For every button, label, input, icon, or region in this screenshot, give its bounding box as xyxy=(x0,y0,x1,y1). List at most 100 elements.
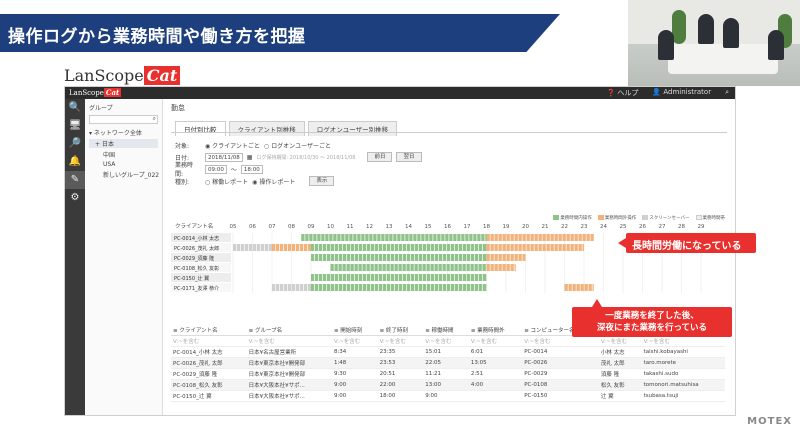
timeline-segment-inside xyxy=(426,264,430,271)
timeline-segment-inside xyxy=(319,254,323,261)
help-link[interactable]: ❓ ヘルプ xyxy=(606,88,638,98)
hour-tick-label: 26 xyxy=(639,224,646,230)
tree-node-usa[interactable]: USA xyxy=(89,161,158,168)
table-cell: 13:00 xyxy=(423,379,469,391)
tree-node-new-group[interactable]: 新しいグループ_022 xyxy=(89,170,159,179)
filter-input[interactable]: V:~を含む xyxy=(331,335,378,347)
timeline-segment-outside xyxy=(578,244,582,251)
hours-from-select[interactable]: 09:00 xyxy=(205,164,227,174)
timeline-segment-outside xyxy=(580,284,584,291)
timeline-segment-outside xyxy=(510,264,514,271)
table-row[interactable]: PC-0014_小林 太志 日本¥名古屋営業所 8:34 23:35 15:01 6:01… xyxy=(171,346,725,358)
timeline-segment-outside xyxy=(498,234,502,241)
hour-tick-label: 20 xyxy=(522,224,529,230)
timeline-segment-outside xyxy=(568,284,572,291)
timeline-row-label[interactable]: PC-0014_小林 太志 xyxy=(174,235,219,242)
tab-client-trend[interactable]: クライアント別推移 xyxy=(228,121,305,136)
timeline-segment-inside xyxy=(433,234,437,241)
filter-input[interactable]: V:~を含む xyxy=(246,335,332,347)
timeline-segment-inside xyxy=(343,254,347,261)
column-header[interactable]: ≡ グループ名 xyxy=(246,325,332,336)
timeline-row-label[interactable]: PC-0026_茂礼 太郎 xyxy=(174,245,219,252)
gear-icon[interactable]: ⚙ xyxy=(65,189,85,207)
timeline-segment-saver xyxy=(237,244,241,251)
timeline-segment-outside xyxy=(514,234,518,241)
timeline-segment-outside xyxy=(522,254,526,261)
filter-input[interactable]: V:~を含む xyxy=(423,335,469,347)
filter-input[interactable]: V:~を含む xyxy=(641,335,725,347)
timeline-segment-saver xyxy=(257,244,261,251)
timeline-segment-inside xyxy=(327,244,331,251)
timeline-segment-outside xyxy=(584,284,588,291)
tree-node-japan[interactable]: + 日本 xyxy=(89,139,158,148)
tab-user-trend[interactable]: ログオンユーザー別推移 xyxy=(307,121,398,136)
timeline-segment-inside xyxy=(349,234,353,241)
timeline-segment-inside xyxy=(350,264,354,271)
filter-input[interactable]: V:~を含む xyxy=(377,335,424,347)
timeline-segment-inside xyxy=(391,274,395,281)
next-day-button[interactable]: 翌日 xyxy=(396,152,422,162)
timeline-segment-inside xyxy=(443,284,447,291)
timeline-segment-outside xyxy=(514,264,516,271)
table-row[interactable]: PC-0108_松久 友彰 日本¥大阪本社¥サポ... 9:00 22:00 13:00… xyxy=(171,379,725,391)
calendar-icon[interactable]: ▦ xyxy=(247,154,253,161)
monitor-icon[interactable]: 🖥 xyxy=(65,117,85,135)
radio-activity-report[interactable]: ◉ 操作レポート xyxy=(252,177,295,186)
show-button[interactable]: 表示 xyxy=(309,176,335,186)
filter-input[interactable]: V:~を含む xyxy=(598,335,642,347)
table-row[interactable]: PC-0026_茂礼 太郎 日本¥東京本社¥開発部 1:48 23:53 22:05 13… xyxy=(171,357,725,369)
magnifier-icon[interactable]: 🔎 xyxy=(65,135,85,153)
timeline-segment-saver xyxy=(292,284,296,291)
column-header[interactable]: ≡ 業務時間外 xyxy=(468,325,523,336)
hour-tick-label: 17 xyxy=(464,224,471,230)
radio-user[interactable]: ○ ログオンユーザーごと xyxy=(264,141,331,150)
timeline-segment-outside xyxy=(498,264,502,271)
timeline-segment-saver xyxy=(280,284,284,291)
radio-operation-report[interactable]: ○ 稼働レポート xyxy=(205,177,248,186)
tree-node-network[interactable]: ▾ ネットワーク全体 xyxy=(89,128,158,137)
table-row[interactable]: PC-0029_須藤 隆日本¥東京本社¥開発部 9:30 20:51 11:21 2:5… xyxy=(171,368,725,380)
prev-day-button[interactable]: 前日 xyxy=(367,152,393,162)
timeline-row-label[interactable]: PC-0029_須藤 隆 xyxy=(174,255,214,262)
asset-search-icon[interactable]: 🔍 xyxy=(65,99,85,117)
column-header[interactable]: ≡ 稼働時間 xyxy=(423,325,469,336)
timeline-segment-outside xyxy=(546,234,550,241)
edit-icon[interactable]: ✎ xyxy=(65,171,85,189)
search-icon[interactable]: ⌕ xyxy=(725,88,729,98)
date-select[interactable]: 2018/11/08 xyxy=(205,152,243,162)
timeline-row-label[interactable]: PC-0150_辻 翼 xyxy=(174,275,209,282)
timeline-segment-inside xyxy=(469,234,473,241)
timeline-segment-outside xyxy=(526,244,530,251)
user-menu[interactable]: 👤 Administrator xyxy=(652,88,711,98)
column-header[interactable]: ≡ 終了時刻 xyxy=(377,325,424,336)
timeline-segment-inside xyxy=(375,284,379,291)
hours-to-select[interactable]: 18:00 xyxy=(240,164,263,174)
timeline-segment-outside xyxy=(518,244,522,251)
timeline-segment-inside xyxy=(455,284,459,291)
filter-input[interactable]: V:~を含む xyxy=(468,335,523,347)
timeline-segment-inside xyxy=(397,234,401,241)
timeline-segment-inside xyxy=(379,284,383,291)
timeline-row-label[interactable]: PC-0108_松久 友彰 xyxy=(174,265,219,272)
timeline-segment-inside xyxy=(375,244,379,251)
tab-date-compare[interactable]: 日付別比較 xyxy=(175,121,226,136)
timeline-segment-inside xyxy=(394,264,398,271)
timeline-segment-inside xyxy=(327,284,331,291)
timeline-segment-inside xyxy=(371,274,375,281)
radio-client[interactable]: ◉ クライアントごと xyxy=(205,141,260,150)
timeline-segment-inside xyxy=(317,234,321,241)
left-nav-rail: 🔍 🖥 🔎 🔔 ✎ ⚙ xyxy=(65,99,85,415)
group-search-input[interactable]: ⌕ xyxy=(89,115,158,124)
filter-input[interactable]: V:~を含む xyxy=(171,335,247,347)
timeline-segment-inside xyxy=(319,274,323,281)
hour-tick-label: 21 xyxy=(542,224,549,230)
timeline-segment-inside xyxy=(309,234,313,241)
column-header[interactable]: ≡ クライアント名 xyxy=(171,325,247,336)
tree-node-china[interactable]: 中国 xyxy=(89,150,158,159)
timeline-segment-inside xyxy=(467,244,471,251)
timeline-row-label[interactable]: PC-0171_友澤 恭介 xyxy=(174,285,219,292)
table-row[interactable]: PC-0150_辻 翼日本¥大阪本社¥サポ... 9:00 18:00 9:00 PC-… xyxy=(171,390,725,402)
bell-icon[interactable]: 🔔 xyxy=(65,153,85,171)
column-header[interactable]: ≡ 開始時刻 xyxy=(331,325,378,336)
filter-input[interactable]: V:~を含む xyxy=(522,335,599,347)
